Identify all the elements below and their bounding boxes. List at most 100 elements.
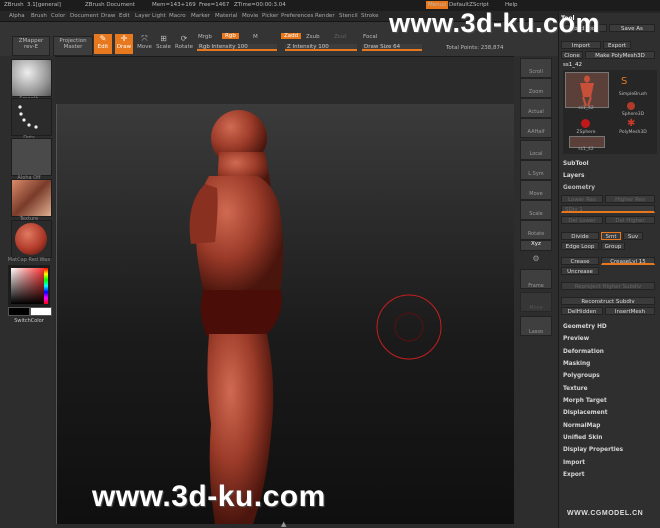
clone-button[interactable]: Clone	[561, 51, 583, 59]
xyz-button[interactable]: Xyz	[520, 240, 552, 251]
menu-material[interactable]: Material	[215, 13, 237, 19]
aahalf-icon[interactable]	[520, 118, 552, 138]
del-higher-button[interactable]: Del Higher	[605, 216, 655, 224]
polygroups-section[interactable]: Polygroups	[563, 373, 600, 379]
zoom-icon[interactable]	[520, 78, 552, 98]
main-color-swatch[interactable]	[8, 307, 30, 316]
color-picker[interactable]	[8, 265, 50, 307]
secondary-color-swatch[interactable]	[30, 307, 52, 316]
zadd-button[interactable]: Zadd	[281, 33, 302, 39]
tool-thumb-figure[interactable]	[565, 72, 609, 108]
delhidden-button[interactable]: DelHidden	[561, 307, 603, 315]
texture-section[interactable]: Texture	[563, 386, 588, 392]
scroll-icon[interactable]	[520, 58, 552, 78]
menu-picker[interactable]: Picker	[262, 13, 278, 19]
gear-icon[interactable]: ⚙	[516, 254, 556, 263]
lower-res-button[interactable]: Lower Res	[561, 195, 603, 203]
normalmap-section[interactable]: NormalMap	[563, 423, 600, 429]
sphere3d-icon[interactable]	[627, 102, 635, 110]
menu-marker[interactable]: Marker	[191, 13, 210, 19]
crease-level-slider[interactable]: CreaseLvl 15	[601, 257, 655, 265]
draw-mode-button[interactable]: ✛ Draw	[115, 34, 133, 54]
group-button[interactable]: Group	[601, 242, 625, 250]
suv-toggle[interactable]: Suv	[623, 232, 643, 240]
actual-icon[interactable]	[520, 98, 552, 118]
reconstruct-subdiv-button[interactable]: Reconstruct Subdiv	[561, 297, 655, 305]
menu-render[interactable]: Render	[315, 13, 335, 19]
switch-color-button[interactable]: SwitchColor	[4, 318, 54, 324]
mrgb-button[interactable]: Mrgb	[198, 34, 212, 40]
subtool-section[interactable]: SubTool	[563, 161, 589, 167]
color-square[interactable]	[11, 268, 47, 304]
unified-skin-section[interactable]: Unified Skin	[563, 435, 602, 441]
zsphere-icon[interactable]	[581, 119, 590, 128]
menu-edit[interactable]: Edit	[119, 13, 130, 19]
edit-mode-button[interactable]: ✎ Edit	[94, 34, 112, 54]
move-icon[interactable]	[520, 180, 552, 200]
material-thumbnail[interactable]	[11, 220, 52, 258]
uncrease-button[interactable]: Uncrease	[561, 267, 599, 275]
scale-icon[interactable]	[520, 200, 552, 220]
hue-strip[interactable]	[44, 268, 48, 304]
display-properties-section[interactable]: Display Properties	[563, 447, 623, 453]
z-intensity-slider[interactable]: Z Intensity 100	[285, 44, 357, 51]
texture-thumbnail[interactable]	[11, 179, 52, 217]
stroke-thumbnail[interactable]	[11, 98, 52, 136]
focal-shift-label[interactable]: Focal	[363, 34, 377, 40]
zcut-button[interactable]: Zcut	[334, 34, 346, 40]
menu-document[interactable]: Document	[70, 13, 99, 19]
zsub-button[interactable]: Zsub	[306, 34, 320, 40]
canvas-viewport[interactable]	[56, 104, 516, 524]
morph-target-section[interactable]: Morph Target	[563, 398, 607, 404]
export-button[interactable]: Export	[603, 41, 631, 49]
projection-master-button[interactable]: Projection Master	[53, 36, 93, 56]
brush-thumbnail[interactable]	[11, 59, 52, 97]
displacement-section[interactable]: Displacement	[563, 410, 608, 416]
divide-button[interactable]: Divide	[561, 232, 599, 240]
export-section[interactable]: Export	[563, 472, 584, 478]
del-lower-button[interactable]: Del Lower	[561, 216, 603, 224]
menu-stroke[interactable]: Stroke	[361, 13, 379, 19]
import-button[interactable]: Import	[561, 41, 601, 49]
reproject-higher-subdiv-button[interactable]: Reproject Higher Subdiv	[561, 282, 655, 290]
menu-color[interactable]: Color	[51, 13, 65, 19]
rgb-intensity-slider[interactable]: Rgb Intensity 100	[197, 44, 277, 51]
menu-preferences[interactable]: Preferences	[281, 13, 313, 19]
menu-layer[interactable]: Layer	[135, 13, 150, 19]
sdiv-slider[interactable]: SDiv 1	[561, 205, 655, 213]
preview-section[interactable]: Preview	[563, 336, 589, 342]
menu-brush[interactable]: Brush	[31, 13, 47, 19]
simplebrush-icon[interactable]: S	[621, 76, 627, 87]
rgb-button[interactable]: Rgb	[222, 33, 239, 39]
save-as-button[interactable]: Save As	[609, 24, 655, 32]
make-polymesh-button[interactable]: Make PolyMesh3D	[585, 51, 655, 59]
m-button[interactable]: M	[253, 34, 258, 40]
import-section[interactable]: Import	[563, 460, 585, 466]
lsym-icon[interactable]	[520, 160, 552, 180]
edge-loop-button[interactable]: Edge Loop	[561, 242, 599, 250]
masking-section[interactable]: Masking	[563, 361, 590, 367]
menu-alpha[interactable]: Alpha	[9, 13, 25, 19]
higher-res-button[interactable]: Higher Res	[605, 195, 655, 203]
draw-size-slider[interactable]: Draw Size 64	[362, 44, 422, 51]
move-mode-button[interactable]: ⤧ Move	[136, 34, 153, 54]
geometry-hd-section[interactable]: Geometry HD	[563, 324, 607, 330]
menu-stencil[interactable]: Stencil	[339, 13, 358, 19]
menu-movie[interactable]: Movie	[242, 13, 258, 19]
polymesh-star-icon[interactable]: ✱	[627, 118, 635, 129]
rotate-icon[interactable]	[520, 220, 552, 240]
menu-light[interactable]: Light	[152, 13, 166, 19]
rotate-mode-button[interactable]: ⟳ Rotate	[175, 34, 193, 54]
geometry-section[interactable]: Geometry	[563, 185, 595, 191]
smt-toggle[interactable]: Smt	[601, 232, 621, 240]
bottom-tray-arrow-icon[interactable]: ▲	[281, 520, 286, 528]
insertmesh-button[interactable]: InsertMesh	[605, 307, 655, 315]
crease-button[interactable]: Crease	[561, 257, 599, 265]
menu-draw[interactable]: Draw	[101, 13, 115, 19]
local-icon[interactable]	[520, 140, 552, 160]
scale-mode-button[interactable]: ⊞ Scale	[155, 34, 172, 54]
deformation-section[interactable]: Deformation	[563, 349, 604, 355]
zmapper-button[interactable]: ZMapper rev-E	[12, 36, 50, 56]
layers-section[interactable]: Layers	[563, 173, 584, 179]
menu-macro[interactable]: Macro	[169, 13, 186, 19]
